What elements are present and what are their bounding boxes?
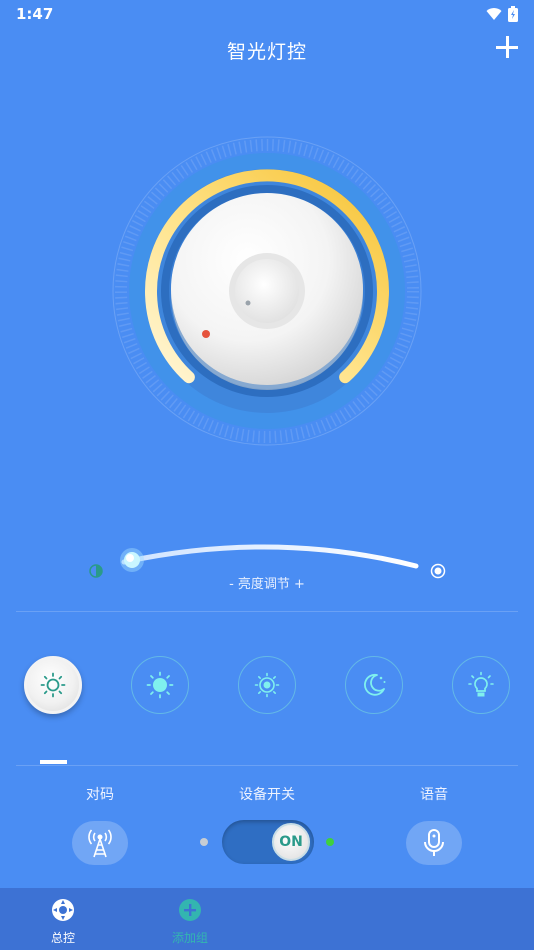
scene-sun-small[interactable] (238, 656, 296, 714)
scene-indicator (40, 760, 67, 764)
nav-add-group-label: 添加组 (171, 931, 208, 945)
power-state: ON (279, 834, 303, 850)
scene-moon[interactable] (345, 656, 403, 714)
title-bar: 智光灯控 (0, 28, 534, 72)
status-time: 1:47 (16, 5, 54, 23)
status-bar: 1:47 (0, 0, 534, 28)
scene-sun-bright[interactable] (131, 656, 189, 714)
power-toggle[interactable]: ON (222, 820, 314, 864)
scene-row (0, 656, 534, 716)
moon-icon (364, 673, 386, 696)
master-control-icon (52, 899, 74, 921)
battery-icon (508, 6, 518, 22)
voice-button[interactable] (406, 821, 462, 865)
add-device-button[interactable] (496, 36, 518, 58)
power-label: 设备开关 (239, 787, 295, 803)
pair-button[interactable] (72, 821, 128, 865)
brightness-dial[interactable] (110, 134, 424, 448)
brightness-label: - 亮度调节 + (229, 577, 305, 592)
voice-label: 语音 (420, 787, 448, 803)
wifi-icon (486, 8, 502, 20)
microphone-icon (424, 829, 444, 856)
control-labels: 对码 设备开关 语音 (0, 784, 534, 804)
toggle-knob: ON (272, 823, 310, 861)
status-icons (486, 6, 518, 22)
sun-small-icon (254, 672, 280, 698)
scene-bulb[interactable] (452, 656, 510, 714)
power-off-dot (200, 838, 208, 846)
sun-dim-icon (40, 672, 66, 698)
bottom-nav: 总控 添加组 (0, 888, 534, 950)
scene-sun-dim[interactable] (24, 656, 82, 714)
bulb-icon (468, 671, 494, 697)
sun-bright-icon (146, 671, 174, 699)
add-circle-icon (179, 899, 201, 921)
nav-add-group[interactable]: 添加组 (155, 898, 225, 946)
page-title: 智光灯控 (226, 40, 307, 63)
nav-master-label: 总控 (50, 931, 75, 945)
nav-master[interactable]: 总控 (28, 898, 98, 946)
divider-bottom (16, 765, 518, 766)
divider-top (16, 611, 518, 612)
signal-tower-icon (88, 829, 112, 858)
power-on-dot (326, 838, 334, 846)
dial-graphic (112, 136, 422, 446)
pair-label: 对码 (86, 787, 114, 803)
slider-thumb[interactable] (120, 548, 144, 572)
